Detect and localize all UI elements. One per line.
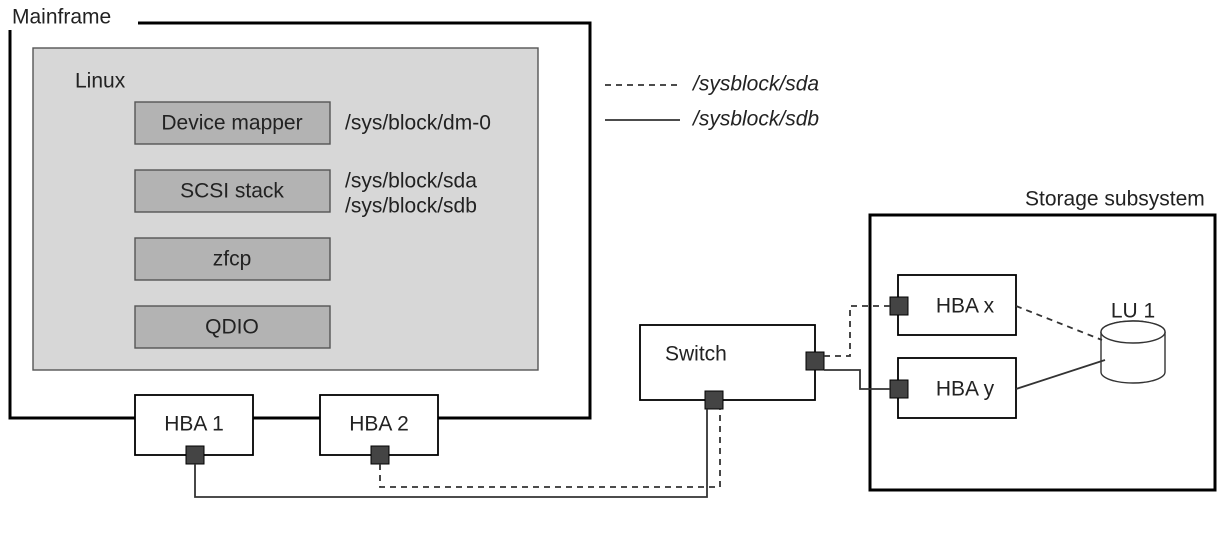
- port-icon: [371, 446, 389, 464]
- wire-sdb: [1016, 360, 1105, 389]
- layer-label: Device mapper: [161, 112, 302, 135]
- lu-1: LU 1: [1101, 300, 1165, 383]
- hba-label: HBA 1: [164, 413, 224, 436]
- port-icon: [890, 380, 908, 398]
- layer-path: /sys/block/dm-0: [345, 112, 491, 135]
- port-icon: [186, 446, 204, 464]
- mainframe-title: Mainframe: [12, 6, 111, 29]
- legend-label: /sysblock/sda: [691, 73, 819, 96]
- layer-qdio: QDIO: [135, 306, 330, 348]
- legend-label: /sysblock/sdb: [691, 108, 819, 131]
- layer-path: /sys/block/sda: [345, 170, 477, 193]
- port-icon: [890, 297, 908, 315]
- layer-label: SCSI stack: [180, 180, 284, 203]
- switch-label: Switch: [665, 343, 727, 366]
- wire-sda: [1016, 306, 1102, 340]
- layer-label: QDIO: [205, 316, 259, 339]
- wire-sda: [824, 306, 890, 356]
- layer-path: /sys/block/sdb: [345, 195, 477, 218]
- hba-2: HBA 2: [320, 395, 438, 464]
- legend: /sysblock/sda /sysblock/sdb: [605, 73, 819, 131]
- port-icon: [705, 391, 723, 409]
- hba-label: HBA x: [936, 295, 995, 318]
- hba-1: HBA 1: [135, 395, 253, 464]
- layer-zfcp: zfcp: [135, 238, 330, 280]
- hba-label: HBA y: [936, 378, 995, 401]
- wire-sdb: [824, 370, 890, 389]
- hba-y: HBA y: [890, 358, 1016, 418]
- wire-sdb: [195, 409, 707, 497]
- hba-label: HBA 2: [349, 413, 409, 436]
- layer-label: zfcp: [213, 248, 252, 271]
- hba-x: HBA x: [890, 275, 1016, 335]
- lu-label: LU 1: [1111, 300, 1155, 323]
- linux-title: Linux: [75, 70, 126, 93]
- switch: Switch: [640, 325, 824, 409]
- storage-title: Storage subsystem: [1025, 188, 1205, 211]
- port-icon: [806, 352, 824, 370]
